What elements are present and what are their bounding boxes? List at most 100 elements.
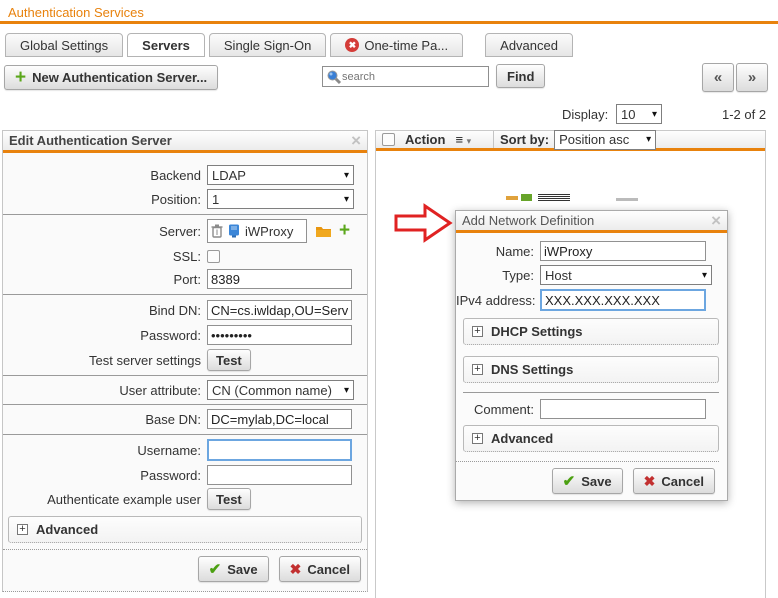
dns-settings-expander[interactable]: + DNS Settings	[463, 356, 719, 383]
dialog-save-button[interactable]: ✔ Save	[552, 468, 623, 494]
name-label: Name:	[456, 244, 540, 259]
ipv4-input[interactable]	[540, 289, 706, 311]
panel-buttons-row: ✔ Save ✖ Cancel	[3, 556, 367, 582]
bind-dn-input[interactable]	[207, 300, 352, 320]
occluded-row-fragment	[616, 198, 638, 201]
expand-icon: +	[472, 326, 483, 337]
authenticate-example-label: Authenticate example user	[3, 492, 207, 507]
panel-title: Edit Authentication Server	[9, 133, 172, 148]
advanced-expander[interactable]: + Advanced	[8, 516, 362, 543]
user-attribute-select[interactable]: CN (Common name) ▾	[207, 380, 354, 400]
sort-select[interactable]: Position asc ▾	[554, 130, 656, 150]
port-input[interactable]	[207, 269, 352, 289]
bind-password-row: Password:	[3, 325, 367, 345]
test-server-button[interactable]: Test	[207, 349, 251, 371]
ipv4-label: IPv4 address:	[456, 293, 540, 308]
add-server-icon[interactable]: +	[339, 224, 350, 238]
sort-by-label: Sort by:	[500, 132, 549, 147]
example-password-label: Password:	[3, 468, 207, 483]
base-dn-label: Base DN:	[3, 412, 207, 427]
name-row: Name:	[456, 241, 719, 261]
tab-label: Single Sign-On	[224, 38, 311, 53]
host-icon	[227, 224, 241, 238]
tab-global-settings[interactable]: Global Settings	[5, 33, 123, 57]
separator	[3, 294, 367, 295]
base-dn-input[interactable]	[207, 409, 352, 429]
separator	[463, 392, 719, 393]
sort-value: Position asc	[559, 132, 629, 147]
authenticate-example-test-button[interactable]: Test	[207, 488, 251, 510]
check-icon: ✔	[563, 472, 576, 490]
panel-header: Edit Authentication Server ×	[3, 131, 367, 153]
cancel-button[interactable]: ✖ Cancel	[279, 556, 361, 582]
save-label: Save	[581, 474, 611, 489]
authentication-services-page: Authentication Services Global Settings …	[0, 0, 778, 598]
bind-password-input[interactable]	[207, 325, 352, 345]
save-button[interactable]: ✔ Save	[198, 556, 269, 582]
search-input[interactable]	[342, 71, 485, 83]
find-label: Find	[507, 69, 534, 84]
backend-value: LDAP	[212, 168, 246, 183]
separator	[3, 375, 367, 376]
dialog-cancel-button[interactable]: ✖ Cancel	[633, 468, 715, 494]
dialog-advanced-expander[interactable]: + Advanced	[463, 425, 719, 452]
action-label: Action	[405, 132, 445, 147]
folder-browse-icon[interactable]	[315, 224, 333, 239]
search-icon	[326, 69, 342, 85]
position-select[interactable]: 1 ▾	[207, 189, 354, 209]
server-chip-box[interactable]: iWProxy	[207, 219, 307, 243]
new-authentication-server-button[interactable]: + New Authentication Server...	[4, 65, 218, 90]
expand-icon: +	[17, 524, 28, 535]
tab-single-sign-on[interactable]: Single Sign-On	[209, 33, 326, 57]
ssl-label: SSL:	[3, 249, 207, 264]
action-box: Action ≡ ▾	[376, 131, 494, 148]
dhcp-settings-expander[interactable]: + DHCP Settings	[463, 318, 719, 345]
bind-dn-label: Bind DN:	[3, 303, 207, 318]
type-select[interactable]: Host ▾	[540, 265, 712, 285]
new-authentication-server-label: New Authentication Server...	[32, 70, 207, 85]
tab-servers[interactable]: Servers	[127, 33, 205, 57]
name-input[interactable]	[540, 241, 706, 261]
find-button[interactable]: Find	[496, 64, 545, 88]
type-row: Type: Host ▾	[456, 265, 719, 285]
save-label: Save	[227, 562, 257, 577]
cancel-label: Cancel	[661, 474, 704, 489]
example-password-input[interactable]	[207, 465, 352, 485]
username-input[interactable]	[207, 439, 352, 461]
display-count-select[interactable]: 10 ▾	[616, 104, 662, 124]
expand-icon: +	[472, 433, 483, 444]
comment-row: Comment:	[456, 399, 719, 419]
check-icon: ✔	[209, 560, 222, 578]
trash-icon[interactable]	[211, 224, 223, 238]
user-attribute-row: User attribute: CN (Common name) ▾	[3, 380, 367, 400]
comment-input[interactable]	[540, 399, 706, 419]
cross-icon: ✖	[644, 473, 656, 490]
action-menu-icon[interactable]: ≡ ▾	[455, 132, 471, 147]
ssl-checkbox[interactable]	[207, 250, 220, 263]
red-annotation-arrow-icon	[394, 202, 454, 246]
backend-select[interactable]: LDAP ▾	[207, 165, 354, 185]
separator	[3, 404, 367, 405]
display-label: Display:	[562, 107, 608, 122]
chevrons-left-icon: «	[714, 69, 722, 86]
edit-authentication-server-panel: Edit Authentication Server × Backend LDA…	[2, 130, 368, 592]
next-page-button[interactable]: »	[736, 63, 768, 92]
close-icon[interactable]: ×	[711, 214, 721, 228]
error-badge-icon: ✖	[345, 38, 359, 52]
dns-settings-label: DNS Settings	[491, 362, 573, 377]
close-icon[interactable]: ×	[351, 134, 361, 148]
page-title: Authentication Services	[8, 5, 144, 20]
select-all-checkbox[interactable]	[382, 133, 395, 146]
user-attribute-label: User attribute:	[3, 383, 207, 398]
list-icon: ≡	[455, 132, 463, 147]
chevron-down-icon: ▾	[652, 109, 657, 120]
authenticate-example-row: Authenticate example user Test	[3, 488, 367, 510]
tab-one-time-passwords[interactable]: ✖ One-time Pa...	[330, 33, 463, 57]
username-row: Username:	[3, 439, 367, 461]
tab-label: Advanced	[500, 38, 558, 53]
chevron-down-icon: ▾	[646, 134, 651, 145]
title-divider	[0, 21, 778, 24]
previous-page-button[interactable]: «	[702, 63, 734, 92]
tab-advanced[interactable]: Advanced	[485, 33, 573, 57]
server-value: iWProxy	[245, 224, 293, 239]
